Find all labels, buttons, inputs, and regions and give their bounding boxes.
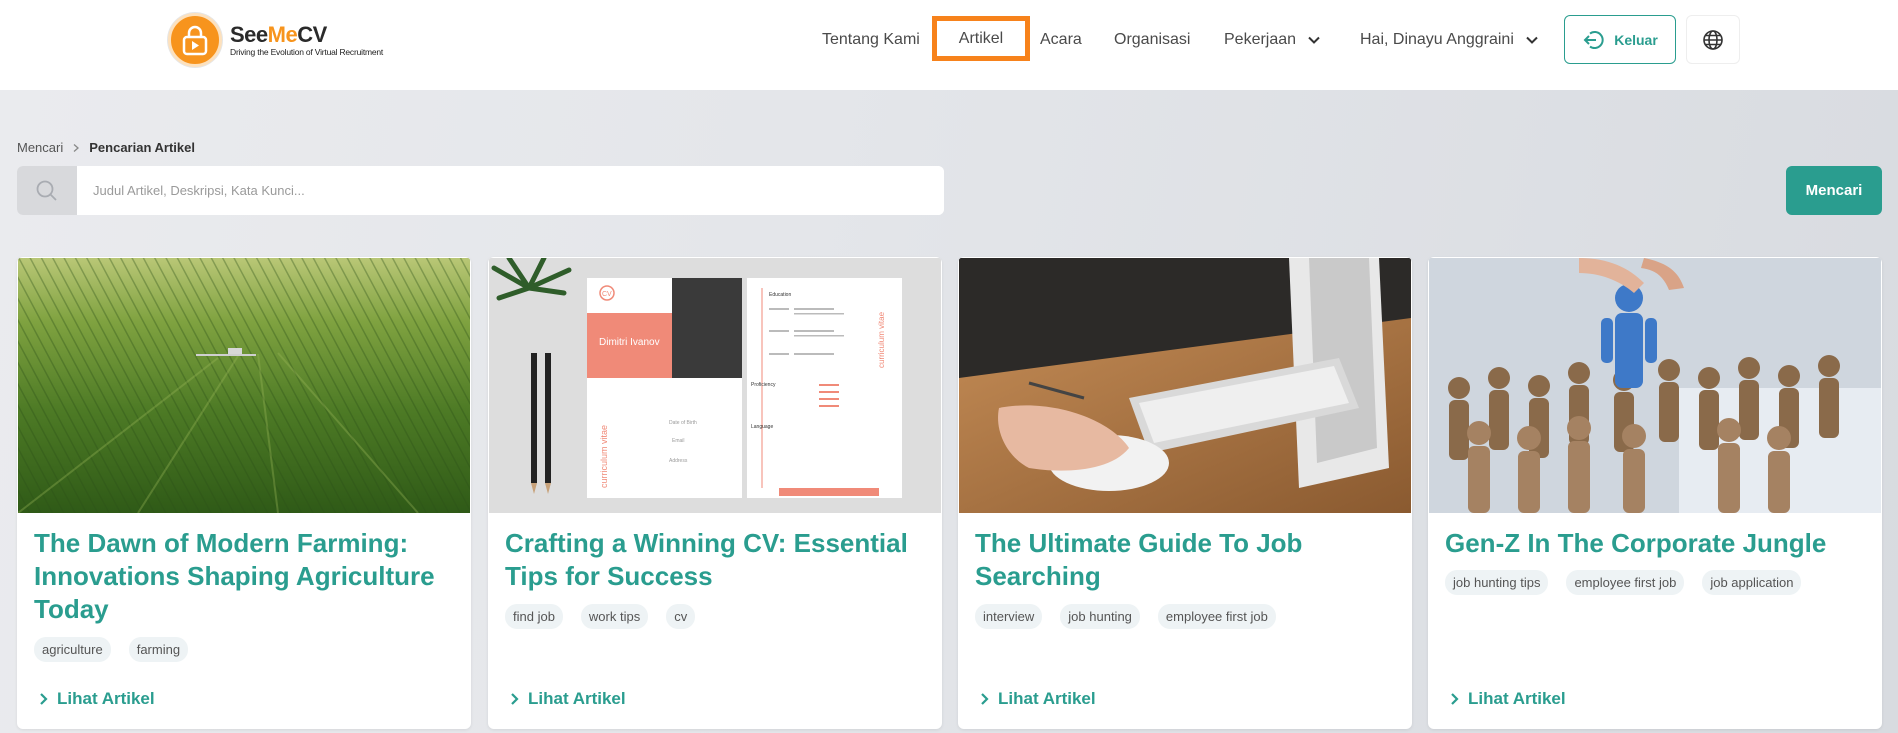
search-bar xyxy=(17,166,944,215)
tag[interactable]: work tips xyxy=(580,604,649,629)
tag[interactable]: job application xyxy=(1702,570,1802,595)
brand-name: SeeMeCV xyxy=(230,21,327,47)
breadcrumb-root[interactable]: Mencari xyxy=(17,140,63,155)
article-title[interactable]: Crafting a Winning CV: Essential Tips fo… xyxy=(505,527,925,593)
nav-organizations[interactable]: Organisasi xyxy=(1114,28,1190,52)
article-image-cv: CV Dimitri Ivanov curriculum vitae Date … xyxy=(489,258,941,513)
article-title[interactable]: Gen-Z In The Corporate Jungle xyxy=(1445,527,1865,560)
nav-articles[interactable]: Artikel xyxy=(932,16,1030,61)
cv-address-label: Address xyxy=(669,458,688,464)
tag[interactable]: agriculture xyxy=(34,637,111,662)
article-card[interactable]: Gen-Z In The Corporate Jungle job huntin… xyxy=(1428,257,1882,729)
tag[interactable]: farming xyxy=(128,637,189,662)
view-article-label: Lihat Artikel xyxy=(998,689,1096,708)
article-card[interactable]: The Ultimate Guide To Job Searching inte… xyxy=(958,257,1412,729)
brand-tagline: Driving the Evolution of Virtual Recruit… xyxy=(230,46,384,57)
cv-vertical-label-right: curriculum vitae xyxy=(877,311,886,368)
tag-list: job hunting tips employee first job job … xyxy=(1445,570,1802,595)
search-input[interactable] xyxy=(77,166,944,215)
cv-education-label: Education xyxy=(769,292,791,298)
tag[interactable]: find job xyxy=(505,604,563,629)
nav-articles-label: Artikel xyxy=(958,29,1004,47)
breadcrumb: Mencari Pencarian Artikel xyxy=(17,140,195,155)
tag-list: interview job hunting employee first job xyxy=(975,604,1276,629)
nav-events[interactable]: Acara xyxy=(1040,28,1082,52)
article-title[interactable]: The Dawn of Modern Farming: Innovations … xyxy=(34,527,454,626)
cv-proficiency-label: Proficiency xyxy=(751,382,776,388)
nav-jobs-label: Pekerjaan xyxy=(1224,31,1297,48)
view-article-label: Lihat Artikel xyxy=(57,689,155,708)
view-article-label: Lihat Artikel xyxy=(1468,689,1566,708)
cv-dob-label: Date of Birth xyxy=(669,420,697,426)
tag-list: agriculture farming xyxy=(34,637,189,662)
chevron-right-icon xyxy=(73,143,80,152)
brand-logo[interactable]: SeeMeCV Driving the Evolution of Virtual… xyxy=(168,13,383,67)
logout-label: Keluar xyxy=(1614,31,1658,48)
view-article-link[interactable]: Lihat Artikel xyxy=(980,689,1096,709)
chevron-right-icon xyxy=(511,693,519,705)
cv-language-label: Language xyxy=(751,424,773,430)
cv-email-label: Email xyxy=(672,438,685,444)
article-card[interactable]: CV Dimitri Ivanov curriculum vitae Date … xyxy=(488,257,942,729)
lock-play-icon xyxy=(168,13,222,67)
cv-name: Dimitri Ivanov xyxy=(599,337,660,348)
chevron-right-icon xyxy=(40,693,48,705)
tag[interactable]: cv xyxy=(666,604,696,629)
language-button[interactable] xyxy=(1686,15,1740,64)
tag[interactable]: job hunting xyxy=(1060,604,1140,629)
article-image-figures xyxy=(1429,258,1881,513)
article-card[interactable]: The Dawn of Modern Farming: Innovations … xyxy=(17,257,471,729)
view-article-label: Lihat Artikel xyxy=(528,689,626,708)
nav-about[interactable]: Tentang Kami xyxy=(822,28,920,52)
globe-icon xyxy=(1703,29,1723,50)
chevron-down-icon xyxy=(1526,36,1538,44)
breadcrumb-current: Pencarian Artikel xyxy=(89,140,195,155)
chevron-right-icon xyxy=(981,693,989,705)
nav-jobs-dropdown[interactable]: Pekerjaan xyxy=(1224,28,1322,52)
tag[interactable]: employee first job xyxy=(1157,604,1276,629)
logout-button[interactable]: Keluar xyxy=(1564,15,1676,64)
tag-list: find job work tips cv xyxy=(505,604,696,629)
tag[interactable]: job hunting tips xyxy=(1445,570,1549,595)
tag[interactable]: interview xyxy=(975,604,1043,629)
logout-icon xyxy=(1583,30,1604,49)
search-button[interactable]: Mencari xyxy=(1786,166,1882,215)
chevron-right-icon xyxy=(1451,693,1459,705)
view-article-link[interactable]: Lihat Artikel xyxy=(1450,689,1566,709)
tag[interactable]: employee first job xyxy=(1566,570,1685,595)
article-image-computer xyxy=(959,258,1411,513)
view-article-link[interactable]: Lihat Artikel xyxy=(510,689,626,709)
top-header: SeeMeCV Driving the Evolution of Virtual… xyxy=(0,0,1898,90)
view-article-link[interactable]: Lihat Artikel xyxy=(39,689,155,709)
cv-badge-label: CV xyxy=(602,291,612,298)
user-greeting: Hai, Dinayu Anggraini xyxy=(1360,31,1514,48)
chevron-down-icon xyxy=(1308,36,1320,44)
cv-vertical-label: curriculum vitae xyxy=(599,425,609,488)
article-title[interactable]: The Ultimate Guide To Job Searching xyxy=(975,527,1395,593)
article-image-farm xyxy=(18,258,470,513)
user-menu-dropdown[interactable]: Hai, Dinayu Anggraini xyxy=(1360,28,1540,52)
search-icon xyxy=(17,166,77,215)
